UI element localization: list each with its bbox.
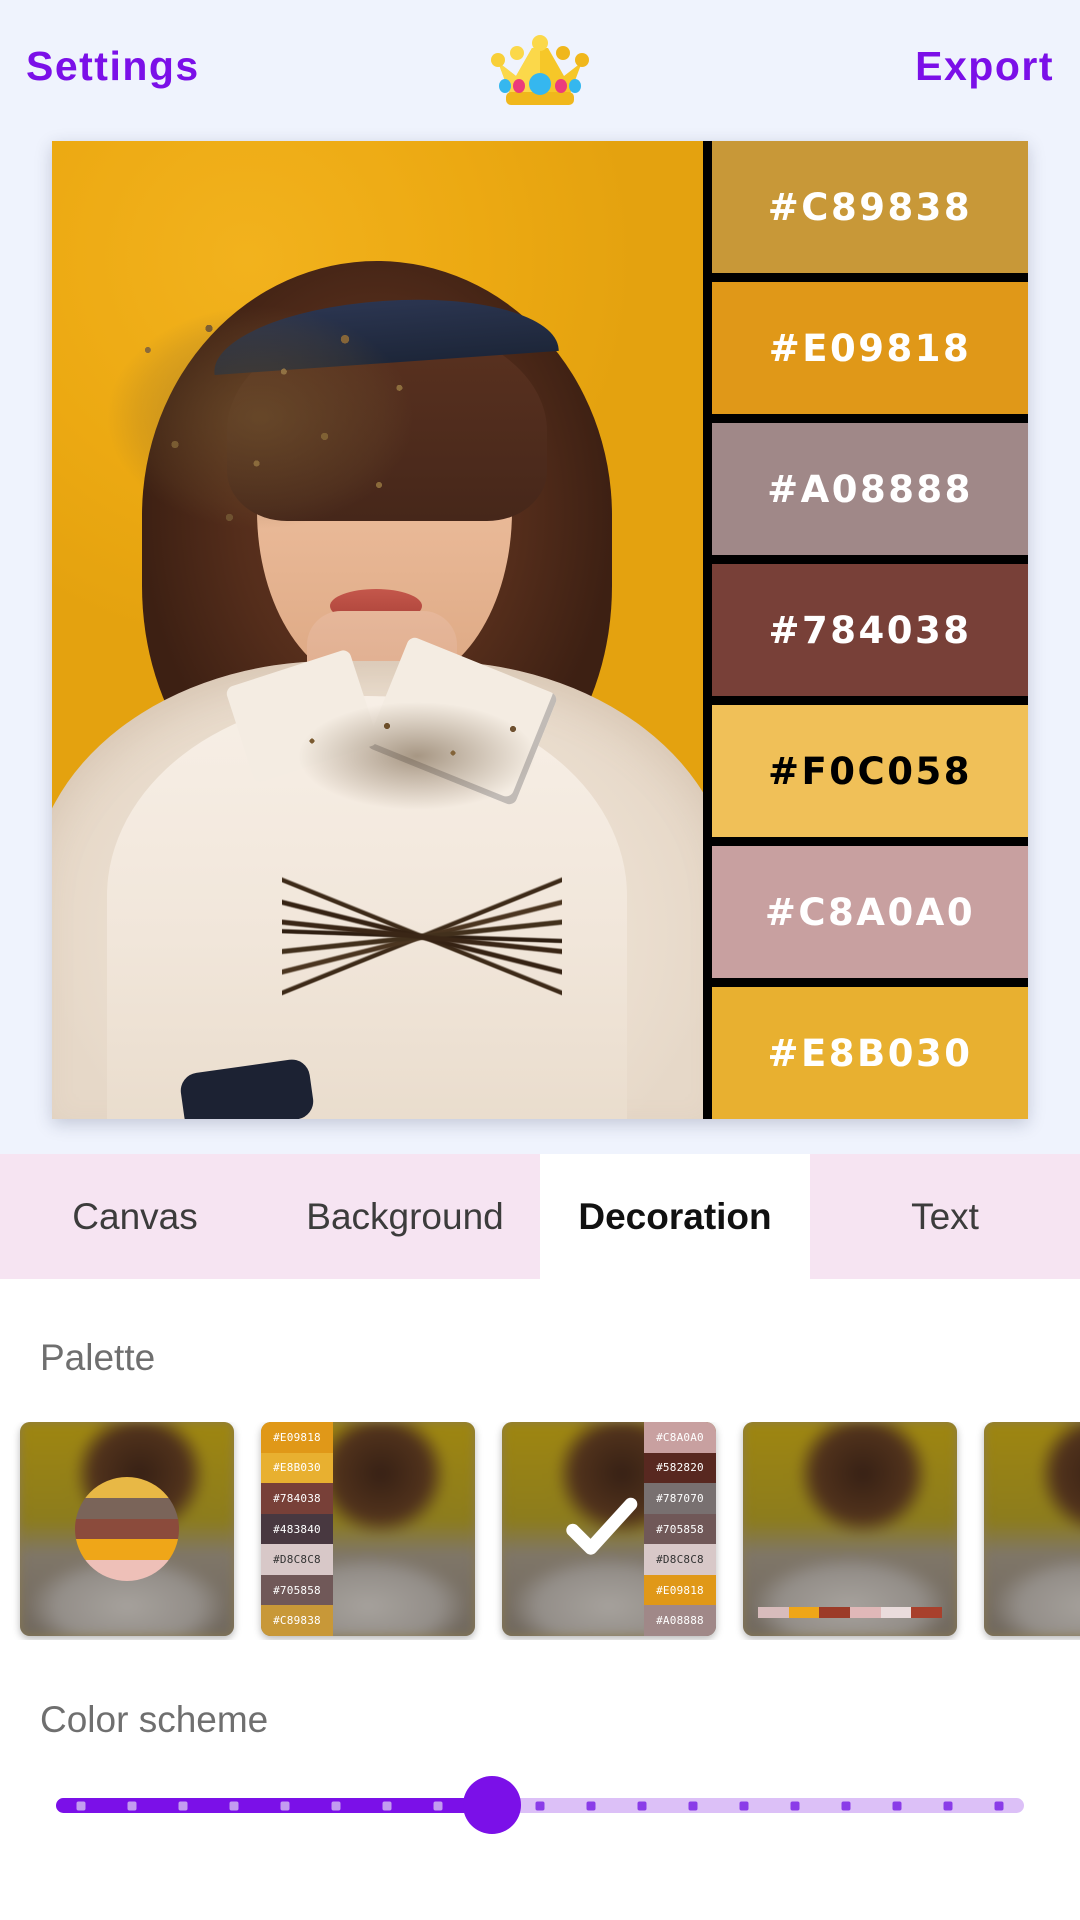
- palette-card-color-bar: [758, 1607, 943, 1618]
- canvas-swatch[interactable]: #784038: [712, 564, 1028, 705]
- slider-tick: [433, 1801, 443, 1810]
- tab-decoration[interactable]: Decoration: [540, 1154, 810, 1279]
- palette-card-swatch: #D8C8C8: [261, 1544, 333, 1575]
- palette-card-bar-segment: [911, 1607, 943, 1618]
- canvas-swatch-hex-label: #784038: [768, 608, 972, 652]
- slider-tick: [892, 1801, 902, 1810]
- palette-card-thumbnail: [743, 1422, 957, 1636]
- slider-tick: [535, 1801, 545, 1810]
- canvas-swatch[interactable]: #F0C058: [712, 705, 1028, 846]
- canvas-swatch[interactable]: #E8B030: [712, 987, 1028, 1119]
- settings-button[interactable]: Settings: [26, 43, 200, 90]
- slider-track-fill: [56, 1798, 492, 1813]
- palette-card-swatch: #C89838: [261, 1605, 333, 1636]
- palette-card-swatch: #787070: [644, 1483, 716, 1514]
- slider-tick: [76, 1801, 86, 1810]
- slider-tick: [586, 1801, 596, 1810]
- palette-card-swatch: #E09818: [644, 1574, 716, 1606]
- palette-card-swatch: #A08888: [644, 1605, 716, 1636]
- palette-card-thumbnail: [984, 1422, 1080, 1636]
- palette-card-swatch: #582820: [644, 1452, 716, 1484]
- slider-tick: [229, 1801, 239, 1810]
- canvas-swatch-hex-label: #C89838: [767, 185, 973, 229]
- source-photo: [52, 141, 703, 1119]
- palette-card-swatch-strip: #C8A0A0 #582820 #787070 #705858 #D8C8C8 #E098…: [644, 1422, 716, 1636]
- palette-card-swatch: #D8C8C8: [644, 1544, 716, 1575]
- canvas-swatch-hex-label: #A08888: [767, 467, 973, 511]
- palette-card-swatch: #705858: [261, 1574, 333, 1606]
- palette-section-label: Palette: [40, 1337, 156, 1378]
- palette-card-swatch: #705858: [644, 1513, 716, 1545]
- slider-tick: [688, 1801, 698, 1810]
- palette-card-swatch-strip: #E09818 #E8B030 #784038 #483840 #D8C8C8 #7058…: [261, 1422, 333, 1636]
- color-scheme-section-label: Color scheme: [40, 1699, 269, 1740]
- palette-card-swatch: #E09818: [261, 1422, 333, 1453]
- slider-track[interactable]: [56, 1798, 1024, 1813]
- slider-tick: [994, 1801, 1004, 1810]
- palette-card-bar-segment: [819, 1607, 851, 1618]
- palette-card-swatch: #E8B030: [261, 1452, 333, 1484]
- palette-card-bar-segment: [788, 1607, 820, 1618]
- app-header: Settings Export: [0, 0, 1080, 133]
- slider-tick: [739, 1801, 749, 1810]
- canvas-swatch-hex-label: #E09818: [768, 326, 972, 370]
- checkmark-icon: [557, 1482, 647, 1572]
- slider-tick: [382, 1801, 392, 1810]
- palette-card-color-wheel: [75, 1477, 179, 1581]
- slider-tick: [790, 1801, 800, 1810]
- palette-card[interactable]: #C8A0A0 #582820 #787070 #705858 #D8C8C8 #E098…: [502, 1422, 716, 1636]
- palette-card-swatch: #483840: [261, 1513, 333, 1545]
- palette-card-swatch: #784038: [261, 1483, 333, 1514]
- canvas-card[interactable]: #C89838 #E09818 #A08888 #784038 #F0C058 #C8A0…: [52, 141, 1028, 1119]
- slider-tick: [127, 1801, 137, 1810]
- editor-tab-bar: Canvas Background Decoration Text: [0, 1154, 1080, 1279]
- slider-tick: [331, 1801, 341, 1810]
- palette-card[interactable]: #E09818 #E8B030 #784038 #483840 #D8C8C8 #7058…: [261, 1422, 475, 1636]
- tab-text[interactable]: Text: [810, 1154, 1080, 1279]
- tab-background[interactable]: Background: [270, 1154, 540, 1279]
- canvas-swatch-hex-label: #F0C058: [768, 749, 972, 793]
- crown-icon: [480, 28, 600, 114]
- slider-tick: [841, 1801, 851, 1810]
- extracted-swatch-column: #C89838 #E09818 #A08888 #784038 #F0C058 #C8A0…: [703, 141, 1028, 1119]
- palette-card-wheel-band: [75, 1497, 179, 1519]
- canvas-swatch-hex-label: #E8B030: [767, 1031, 973, 1075]
- palette-card[interactable]: [743, 1422, 957, 1636]
- canvas-swatch[interactable]: #C8A0A0: [712, 846, 1028, 987]
- slider-tick: [943, 1801, 953, 1810]
- canvas-swatch[interactable]: #A08888: [712, 423, 1028, 564]
- palette-card[interactable]: [20, 1422, 234, 1636]
- slider-tick: [637, 1801, 647, 1810]
- canvas-swatch[interactable]: #C89838: [712, 141, 1028, 282]
- export-button[interactable]: Export: [915, 43, 1054, 90]
- palette-card-wheel-band: [75, 1539, 179, 1561]
- palette-card-bar-segment: [850, 1607, 881, 1618]
- palette-card[interactable]: [984, 1422, 1080, 1636]
- slider-tick: [280, 1801, 290, 1810]
- slider-thumb[interactable]: [462, 1776, 521, 1834]
- palette-card-wheel-band: [75, 1518, 179, 1540]
- palette-card-list[interactable]: #E09818 #E8B030 #784038 #483840 #D8C8C8 #7058…: [0, 1422, 1080, 1640]
- palette-card-bar-segment: [880, 1607, 912, 1618]
- palette-card-bar-segment: [758, 1607, 789, 1618]
- canvas-swatch[interactable]: #E09818: [712, 282, 1028, 423]
- canvas-preview-area: #C89838 #E09818 #A08888 #784038 #F0C058 #C8A0…: [0, 133, 1080, 1168]
- color-scheme-slider[interactable]: [0, 1760, 1080, 1850]
- slider-tick: [178, 1801, 188, 1810]
- canvas-swatch-hex-label: #C8A0A0: [764, 890, 976, 934]
- tab-canvas[interactable]: Canvas: [0, 1154, 270, 1279]
- palette-card-swatch: #C8A0A0: [644, 1422, 716, 1453]
